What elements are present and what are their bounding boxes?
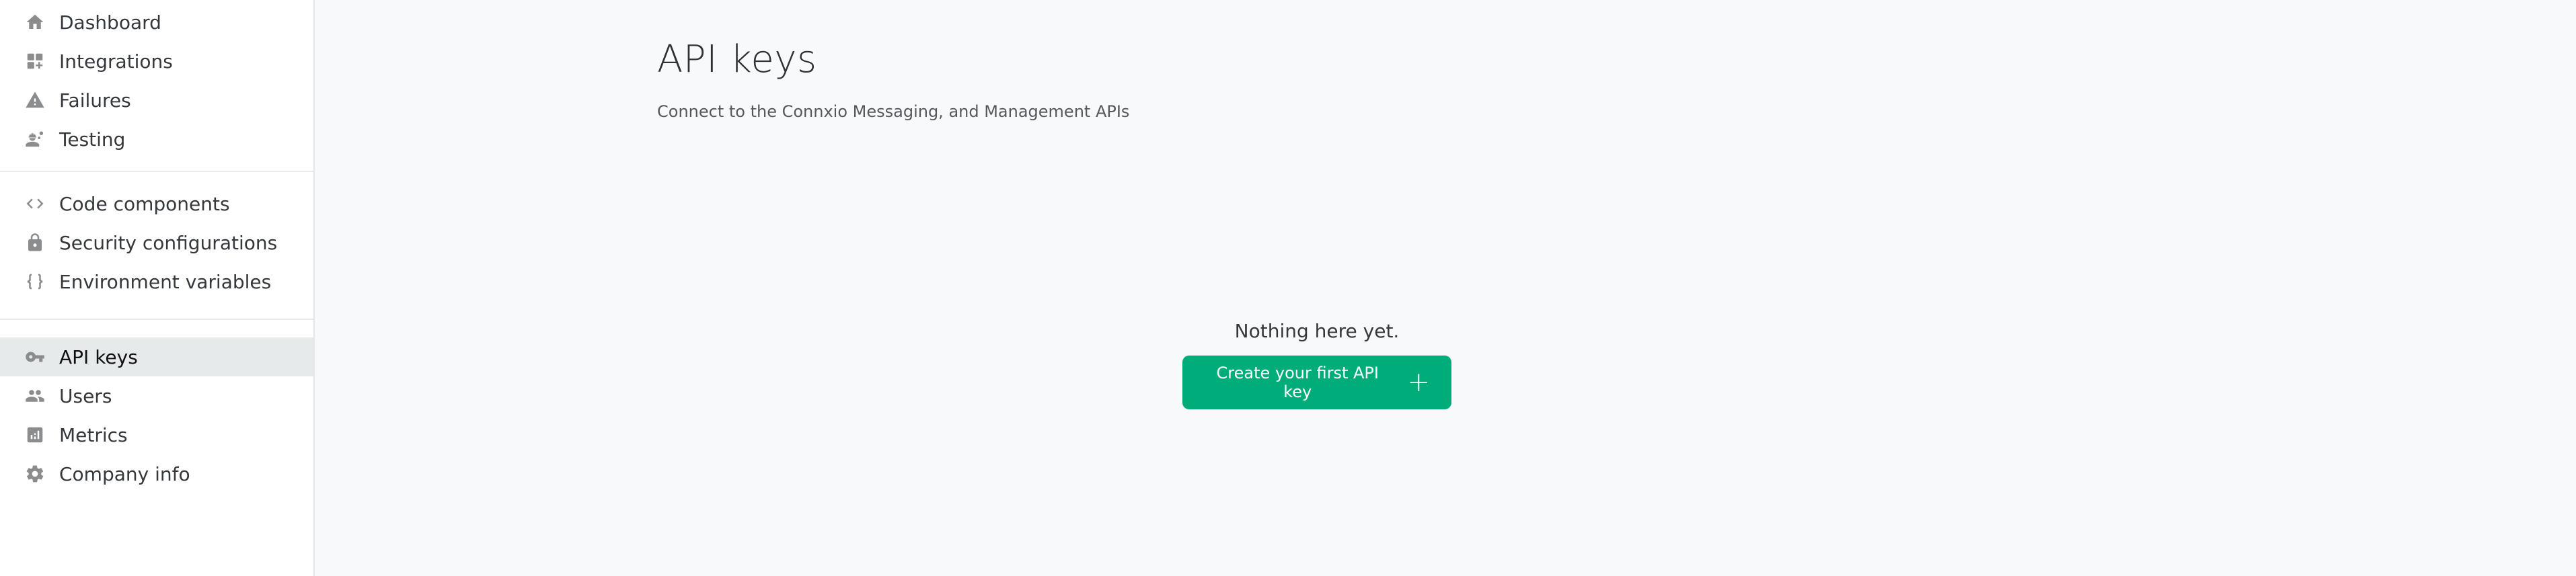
warning-icon [24, 89, 46, 111]
create-api-key-label: Create your first API key [1216, 364, 1379, 401]
sidebar-item-label: Testing [59, 128, 126, 151]
code-icon [24, 193, 46, 214]
home-icon [24, 11, 46, 33]
gear-icon [24, 463, 46, 485]
sidebar-item-dashboard[interactable]: Dashboard [0, 3, 313, 42]
nav-group-admin: API keys Users Metrics Company info [0, 320, 313, 493]
plus-icon: + [1407, 367, 1430, 398]
sidebar-item-label: API keys [59, 345, 138, 368]
braces-icon [24, 271, 46, 292]
sidebar-item-label: Company info [59, 462, 190, 485]
sidebar-item-integrations[interactable]: Integrations [0, 42, 313, 81]
key-icon [24, 346, 46, 368]
empty-state: Nothing here yet. Create your first API … [1182, 320, 1451, 409]
engineer-icon [24, 128, 46, 150]
main-content: API keys Connect to the Connxio Messagin… [315, 0, 2576, 576]
bar-chart-icon [24, 424, 46, 446]
lock-icon [24, 232, 46, 253]
sidebar-item-api-keys[interactable]: API keys [0, 337, 313, 376]
sidebar-item-label: Metrics [59, 423, 128, 446]
sidebar-item-label: Dashboard [59, 11, 161, 34]
sidebar: Dashboard Integrations Failures Testing [0, 0, 315, 576]
sidebar-item-company-info[interactable]: Company info [0, 454, 313, 493]
sidebar-item-label: Users [59, 384, 112, 407]
nav-group-main: Dashboard Integrations Failures Testing [0, 0, 313, 171]
create-api-key-button[interactable]: Create your first API key + [1182, 356, 1451, 409]
sidebar-item-label: Code components [59, 192, 230, 215]
sidebar-item-users[interactable]: Users [0, 376, 313, 415]
sidebar-item-metrics[interactable]: Metrics [0, 415, 313, 454]
sidebar-item-code-components[interactable]: Code components [0, 184, 313, 223]
sidebar-item-testing[interactable]: Testing [0, 120, 313, 159]
sidebar-item-label: Failures [59, 89, 131, 112]
sidebar-item-label: Security configurations [59, 231, 278, 254]
sidebar-item-security-configurations[interactable]: Security configurations [0, 223, 313, 262]
page-title: API keys [657, 38, 817, 81]
page-subtitle: Connect to the Connxio Messaging, and Ma… [657, 102, 1130, 121]
empty-state-message: Nothing here yet. [1234, 320, 1400, 342]
sidebar-item-label: Integrations [59, 50, 173, 73]
sidebar-item-environment-variables[interactable]: Environment variables [0, 262, 313, 301]
widgets-add-icon [24, 50, 46, 72]
sidebar-item-failures[interactable]: Failures [0, 81, 313, 120]
users-icon [24, 385, 46, 407]
nav-group-developer: Code components Security configurations … [0, 172, 313, 319]
sidebar-item-label: Environment variables [59, 270, 272, 293]
